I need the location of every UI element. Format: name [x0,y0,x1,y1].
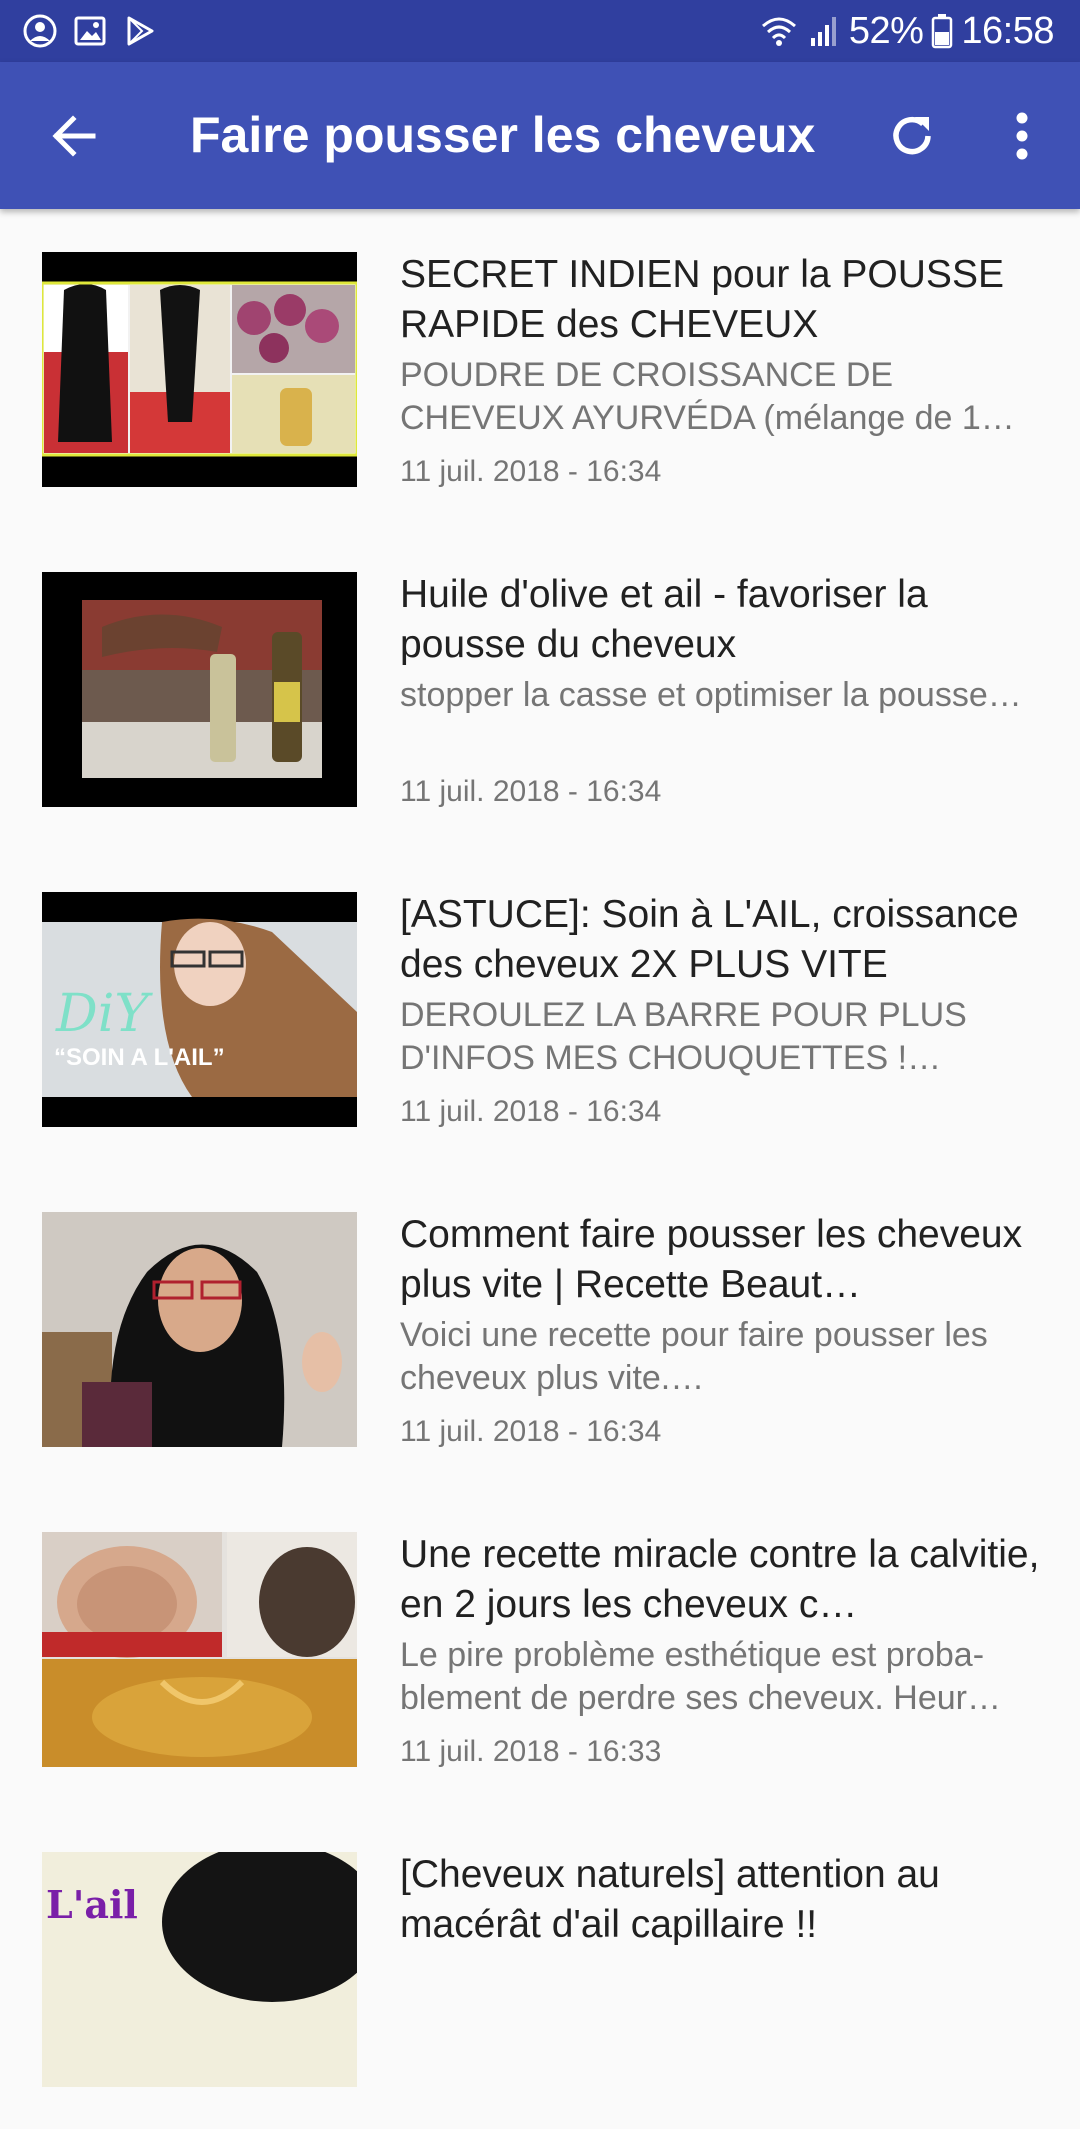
refresh-icon [893,116,931,155]
account-circle-icon [22,13,58,49]
video-title: SECRET INDIEN pour la POUSSE RAPIDE des … [400,253,1004,346]
signal-icon [807,14,841,48]
video-item[interactable]: DiY “SOIN A L'AIL” [ASTUCE]: Soin à L'AI… [0,849,1080,1169]
video-date: 11 juil. 2018 - 16:34 [400,1095,662,1128]
video-title: [ASTUCE]: Soin à L'AIL, croissance des c… [400,893,1019,986]
video-date: 11 juil. 2018 - 16:34 [400,775,662,808]
status-bar-system: 52% 16:58 [751,10,1054,53]
back-arrow-icon [52,115,96,157]
refresh-button[interactable] [880,106,944,166]
more-vert-icon [1016,112,1028,160]
video-thumbnail [42,1212,357,1447]
video-description: Le pire problème esthétique est proba- b… [400,1636,1001,1717]
video-item[interactable]: Une recette miracle contre la calvitie, … [0,1489,1080,1809]
wifi-icon [759,14,799,48]
status-bar-notifications [22,13,172,49]
video-title: [Cheveux naturels] attention au macérât … [400,1853,940,1946]
video-thumbnail [42,252,357,487]
back-button[interactable] [44,106,104,166]
more-options-button[interactable] [1000,106,1044,166]
video-description: DEROULEZ LA BARRE POUR PLUS D'INFOS MES … [400,996,967,1077]
play-store-icon [122,13,158,49]
battery-percent: 52% [848,9,924,52]
status-bar: 52% 16:58 [0,0,1080,62]
video-date: 11 juil. 2018 - 16:33 [400,1735,662,1768]
video-item[interactable]: SECRET INDIEN pour la POUSSE RAPIDE des … [0,209,1080,529]
thumbnail-caption: “SOIN A L'AIL” [54,1044,225,1071]
video-title: Une recette miracle contre la calvitie, … [400,1533,1040,1626]
app-bar: Faire pousser les cheveux [0,62,1080,209]
video-description: Voici une recette pour faire pousser les… [400,1316,988,1397]
clock: 16:58 [961,9,1054,52]
thumbnail-caption: L'ail [46,1882,138,1927]
video-title: Comment faire pousser les cheveux plus v… [400,1213,1023,1306]
thumbnail-caption: DiY [56,984,149,1044]
video-item[interactable]: Huile d'olive et ail - favoriser la pous… [0,529,1080,849]
image-icon [72,13,108,49]
video-date: 11 juil. 2018 - 16:34 [400,455,662,488]
video-description: stopper la casse et optimiser la pousse… [400,676,1022,714]
video-item[interactable]: L'ail [Cheveux naturels] attention au ma… [0,1809,1080,2129]
page-title: Faire pousser les cheveux [190,107,816,163]
video-thumbnail: L'ail [42,1852,357,2087]
video-description: POUDRE DE CROISSANCE DE CHEVEUX AYURVÉDA… [400,356,1015,437]
video-title: Huile d'olive et ail - favoriser la pous… [400,573,928,666]
video-date: 11 juil. 2018 - 16:34 [400,1415,662,1448]
battery-icon [931,13,953,49]
video-thumbnail [42,572,357,807]
video-item[interactable]: Comment faire pousser les cheveux plus v… [0,1169,1080,1489]
video-thumbnail: DiY “SOIN A L'AIL” [42,892,357,1127]
video-thumbnail [42,1532,357,1767]
